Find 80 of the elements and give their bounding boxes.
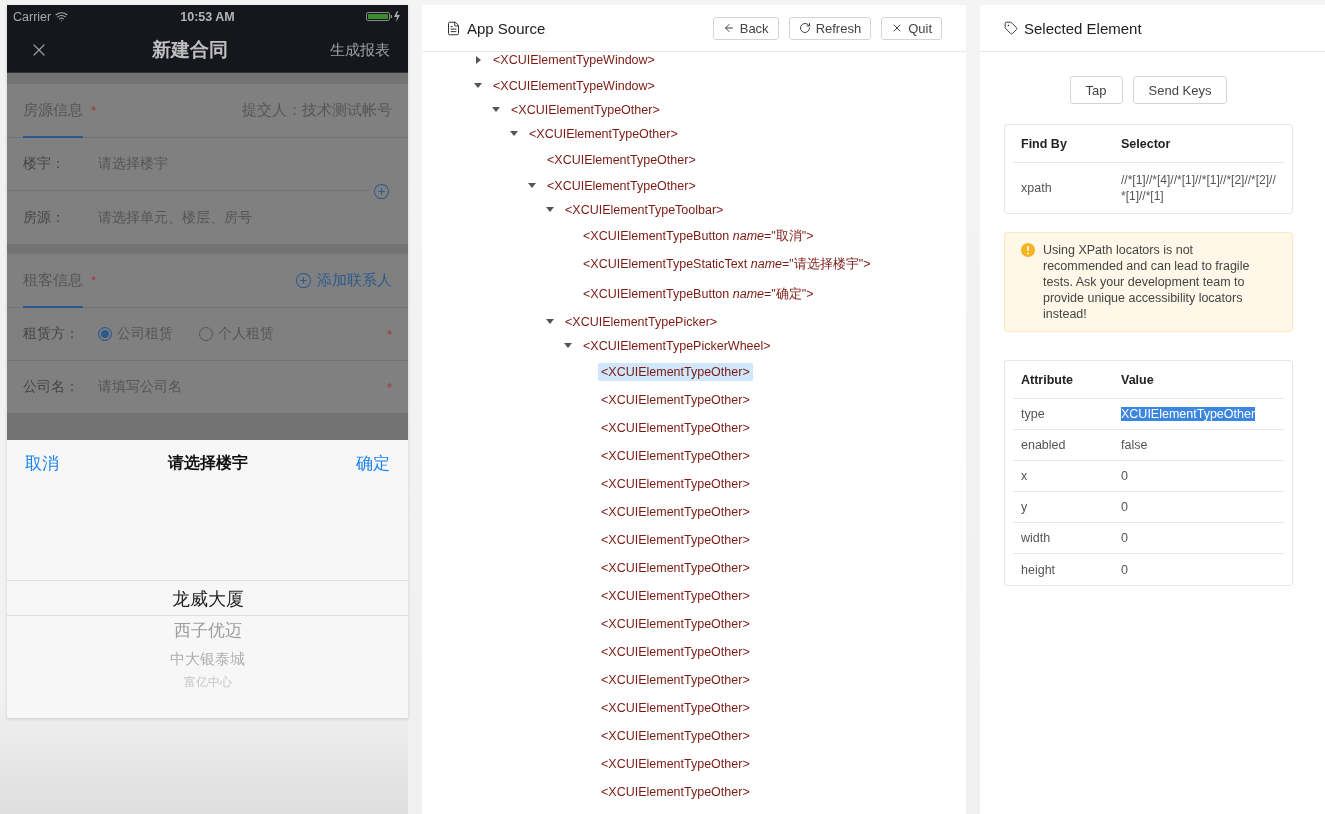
field-label: 楼宇： bbox=[23, 155, 66, 173]
column-header: Find By bbox=[1021, 136, 1068, 151]
field-label: 房源： bbox=[23, 208, 66, 227]
required-mark: * bbox=[91, 103, 97, 118]
table-cell-text: x bbox=[1021, 469, 1029, 483]
tree-node[interactable]: <XCUIElementTypeOther> bbox=[598, 727, 753, 745]
column-header: Attribute bbox=[1021, 372, 1075, 387]
tree-node[interactable]: <XCUIElementTypeWindow> bbox=[490, 77, 658, 95]
table-cell: 0 bbox=[1121, 469, 1128, 483]
tree-node[interactable]: <XCUIElementTypeOther> bbox=[598, 363, 753, 381]
table-cell-text: width bbox=[1021, 531, 1052, 545]
tree-node[interactable]: <XCUIElementTypePicker> bbox=[562, 313, 721, 331]
tree-node[interactable]: <XCUIElementTypeOther> bbox=[508, 101, 663, 119]
refresh-icon bbox=[798, 22, 811, 34]
tree-node[interactable]: <XCUIElementTypeOther> bbox=[598, 755, 753, 773]
tree-node[interactable]: <XCUIElementTypeOther> bbox=[598, 643, 753, 661]
document-icon bbox=[446, 20, 461, 36]
tree-node[interactable]: <XCUIElementTypeOther> bbox=[598, 391, 753, 409]
panel-title: Selected Element bbox=[1004, 19, 1142, 37]
table-cell-text: y bbox=[1021, 500, 1029, 514]
selector-cell-text: //*[1]//*[4]//*[1]//*[1]//*[2]//*[2]//*[1]//*[1] bbox=[1121, 172, 1276, 205]
tree-node[interactable]: <XCUIElementTypeOther> bbox=[598, 699, 753, 717]
table-cell: 0 bbox=[1121, 500, 1128, 514]
quit-button[interactable]: Quit bbox=[881, 16, 942, 40]
column-header: Selector bbox=[1121, 136, 1172, 151]
field-label: 公司名： bbox=[23, 378, 80, 396]
table-cell-text: type bbox=[1021, 407, 1046, 421]
picker-option[interactable]: 龙威大厦 bbox=[7, 580, 408, 616]
radio-icon[interactable] bbox=[199, 327, 213, 341]
tree-node[interactable]: <XCUIElementTypeOther> bbox=[598, 503, 753, 521]
tree-node[interactable]: <XCUIElementTypeToolbar> bbox=[562, 201, 727, 219]
radio-icon[interactable] bbox=[98, 327, 112, 341]
arrow-left-icon bbox=[722, 22, 735, 34]
refresh-button[interactable]: Refresh bbox=[788, 16, 872, 40]
tree-node[interactable]: <XCUIElementTypeButton name="确定"> bbox=[580, 283, 817, 305]
tree-node[interactable]: <XCUIElementTypeOther> bbox=[598, 475, 753, 493]
tree-node[interactable]: <XCUIElementTypeOther> bbox=[598, 671, 753, 689]
generate-report-link[interactable]: 生成报表 bbox=[330, 40, 390, 60]
tree-node[interactable]: <XCUIElementTypeOther> bbox=[598, 587, 753, 605]
tree-node[interactable]: <XCUIElementTypePickerWheel> bbox=[580, 337, 774, 355]
confirm-button[interactable]: 确定 bbox=[356, 452, 390, 475]
table-cell: false bbox=[1121, 438, 1148, 452]
tree-node[interactable]: <XCUIElementTypeWindow> bbox=[490, 51, 658, 69]
tree-node[interactable]: <XCUIElementTypeOther> bbox=[598, 615, 753, 633]
table-cell: 0 bbox=[1121, 531, 1128, 545]
tree-node[interactable]: <XCUIElementTypeButton name="取消"> bbox=[580, 225, 817, 247]
column-header: Value bbox=[1121, 372, 1155, 387]
required-mark: * bbox=[386, 326, 392, 342]
tree-node[interactable]: <XCUIElementTypeStaticText name="请选择楼宇"> bbox=[580, 253, 874, 275]
tree-node[interactable]: <XCUIElementTypeOther> bbox=[598, 447, 753, 465]
required-mark: * bbox=[386, 379, 392, 395]
tree-node[interactable]: <XCUIElementTypeOther> bbox=[526, 125, 681, 143]
back-button[interactable]: Back bbox=[712, 16, 779, 40]
status-time: 10:53 AM bbox=[180, 9, 235, 24]
tree-node[interactable]: <XCUIElementTypeOther> bbox=[598, 559, 753, 577]
screen-title: 新建合同 bbox=[151, 38, 228, 62]
action-button[interactable]: Tap bbox=[1069, 76, 1123, 104]
tree-node[interactable]: <XCUIElementTypeOther> bbox=[598, 419, 753, 437]
battery-icon bbox=[366, 11, 402, 22]
tree-node[interactable]: <XCUIElementTypeOther> bbox=[598, 783, 753, 801]
panel-title: App Source bbox=[446, 19, 546, 37]
tree-node[interactable]: <XCUIElementTypeOther> bbox=[544, 177, 699, 195]
picker-title: 请选择楼宇 bbox=[167, 453, 248, 473]
plus-circle-icon bbox=[295, 272, 312, 289]
required-mark: * bbox=[91, 273, 97, 288]
field-label: 租赁方： bbox=[23, 325, 80, 343]
tree-node[interactable]: <XCUIElementTypeOther> bbox=[544, 151, 699, 169]
warning-text: Using XPath locators is not recommended and can lead to fragile tests. Ask your development team to provide unique accessibility locators instead! bbox=[1043, 242, 1251, 322]
carrier-label: Carrier bbox=[13, 9, 52, 24]
tag-icon bbox=[1004, 21, 1018, 35]
tree-node[interactable]: <XCUIElementTypeOther> bbox=[598, 531, 753, 549]
table-cell-text: enabled bbox=[1021, 438, 1067, 452]
table-cell: 0 bbox=[1121, 562, 1128, 577]
action-button[interactable]: Send Keys bbox=[1132, 76, 1228, 104]
table-cell: XCUIElementTypeOther bbox=[1121, 407, 1256, 421]
table-cell-text: xpath bbox=[1021, 181, 1053, 195]
table-cell-text: height bbox=[1021, 562, 1057, 577]
wifi-icon bbox=[55, 10, 69, 23]
cancel-button[interactable]: 取消 bbox=[25, 452, 59, 475]
warning-icon bbox=[1021, 243, 1035, 257]
